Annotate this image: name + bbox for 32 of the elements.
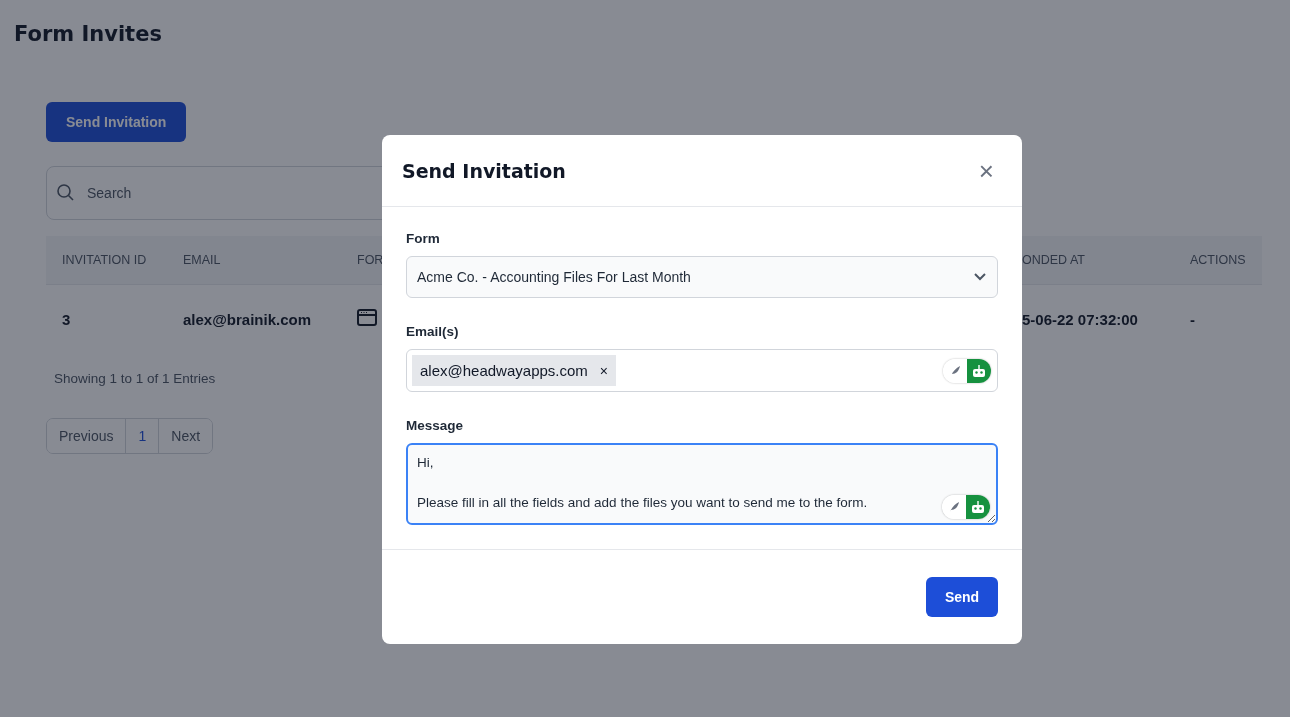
email-tags-field[interactable]: alex@headwayapps.com ×: [406, 349, 998, 392]
column-header: ONDED AT: [1021, 253, 1086, 267]
field-label: Message: [406, 418, 465, 433]
feather-icon: [949, 364, 961, 377]
email-chip-label: alex@headwayapps.com: [420, 362, 588, 379]
message-field[interactable]: Hi, Please fill in all the fields and add the files you want to send me to the form.: [406, 443, 998, 525]
form-select[interactable]: Acme Co. - Accounting Files For Last Month: [406, 256, 998, 298]
table-cell-text: 5-06-22 07:32:00: [1021, 310, 1139, 328]
table-cell-text: 3: [61, 310, 72, 328]
page-title: Form Invites: [14, 22, 163, 46]
search-icon: [56, 183, 76, 203]
column-header: FOR: [356, 253, 385, 267]
assistant-toggle[interactable]: [942, 495, 990, 519]
column-header: EMAIL: [182, 253, 222, 267]
robot-icon: [972, 364, 986, 377]
remove-chip-button[interactable]: ×: [599, 362, 608, 379]
entries-summary: Showing 1 to 1 of 1 Entries: [54, 371, 216, 386]
browser-window-icon[interactable]: [357, 309, 377, 326]
chevron-down-icon: [973, 272, 987, 282]
column-header: INVITATION ID: [61, 253, 148, 267]
table-cell-text: -: [1189, 310, 1196, 328]
field-label: Email(s): [406, 324, 460, 339]
table-cell-text: alex@brainik.com: [182, 310, 312, 328]
assistant-toggle[interactable]: [943, 358, 991, 383]
close-button[interactable]: ×: [974, 157, 998, 184]
previous-button[interactable]: Previous: [47, 419, 127, 453]
send-invitation-button[interactable]: Send Invitation: [46, 102, 187, 142]
field-label: Form: [406, 231, 441, 246]
column-header: ACTIONS: [1189, 253, 1247, 267]
feather-icon: [948, 501, 960, 513]
robot-icon: [971, 501, 985, 513]
send-button[interactable]: Send: [926, 577, 998, 617]
